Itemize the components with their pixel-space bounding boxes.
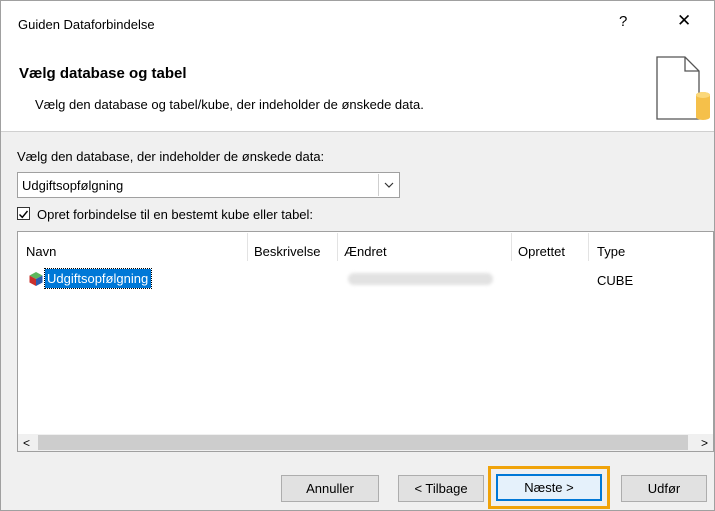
column-divider[interactable]	[247, 233, 248, 261]
data-connection-wizard-dialog: Guiden Dataforbindelse ? ✕ Vælg database…	[0, 0, 715, 511]
finish-button[interactable]: Udfør	[621, 475, 707, 502]
cube-table-list[interactable]: Navn Beskrivelse Ændret Oprettet Type Ud…	[17, 231, 714, 452]
database-select[interactable]: Udgiftsopfølgning	[17, 172, 400, 198]
page-title: Vælg database og tabel	[19, 65, 187, 82]
next-button[interactable]: Næste >	[496, 474, 602, 501]
column-header-created[interactable]: Oprettet	[518, 244, 565, 259]
column-divider[interactable]	[588, 233, 589, 261]
connect-specific-cube-checkbox[interactable]	[17, 207, 30, 220]
database-label: Vælg den database, der indeholder de øns…	[17, 149, 325, 164]
column-divider[interactable]	[511, 233, 512, 261]
scrollbar-thumb[interactable]	[38, 435, 688, 450]
window-title: Guiden Dataforbindelse	[18, 17, 155, 32]
column-header-modified[interactable]: Ændret	[344, 244, 387, 259]
row-type-cell: CUBE	[597, 273, 634, 288]
cancel-button[interactable]: Annuller	[281, 475, 379, 502]
connect-specific-cube-label: Opret forbindelse til en bestemt kube el…	[37, 207, 314, 222]
scroll-left-arrow[interactable]: <	[18, 434, 35, 451]
back-button[interactable]: < Tilbage	[398, 475, 484, 502]
column-header-description[interactable]: Beskrivelse	[254, 244, 320, 259]
database-document-icon	[656, 56, 710, 120]
column-header-name[interactable]: Navn	[26, 244, 56, 259]
row-name-cell[interactable]: Udgiftsopfølgning	[43, 268, 153, 289]
horizontal-scrollbar[interactable]: < >	[18, 434, 713, 451]
scroll-right-arrow[interactable]: >	[696, 434, 713, 451]
dropdown-arrow-button[interactable]	[378, 174, 398, 196]
title-bar: Guiden Dataforbindelse ? ✕	[1, 1, 714, 45]
help-button[interactable]: ?	[619, 13, 627, 30]
wizard-header: Vælg database og tabel Vælg den database…	[1, 45, 714, 132]
table-row[interactable]: Udgiftsopfølgning CUBE	[18, 268, 713, 290]
close-button[interactable]: ✕	[677, 11, 691, 31]
column-header-type[interactable]: Type	[597, 244, 625, 259]
page-subtitle: Vælg den database og tabel/kube, der ind…	[35, 97, 424, 112]
column-divider[interactable]	[337, 233, 338, 261]
row-modified-cell-blurred	[348, 273, 493, 285]
checkmark-icon	[19, 210, 29, 219]
chevron-down-icon	[384, 182, 393, 188]
list-header: Navn Beskrivelse Ændret Oprettet Type	[18, 232, 713, 262]
cube-icon	[29, 272, 43, 286]
database-select-value: Udgiftsopfølgning	[22, 178, 124, 193]
